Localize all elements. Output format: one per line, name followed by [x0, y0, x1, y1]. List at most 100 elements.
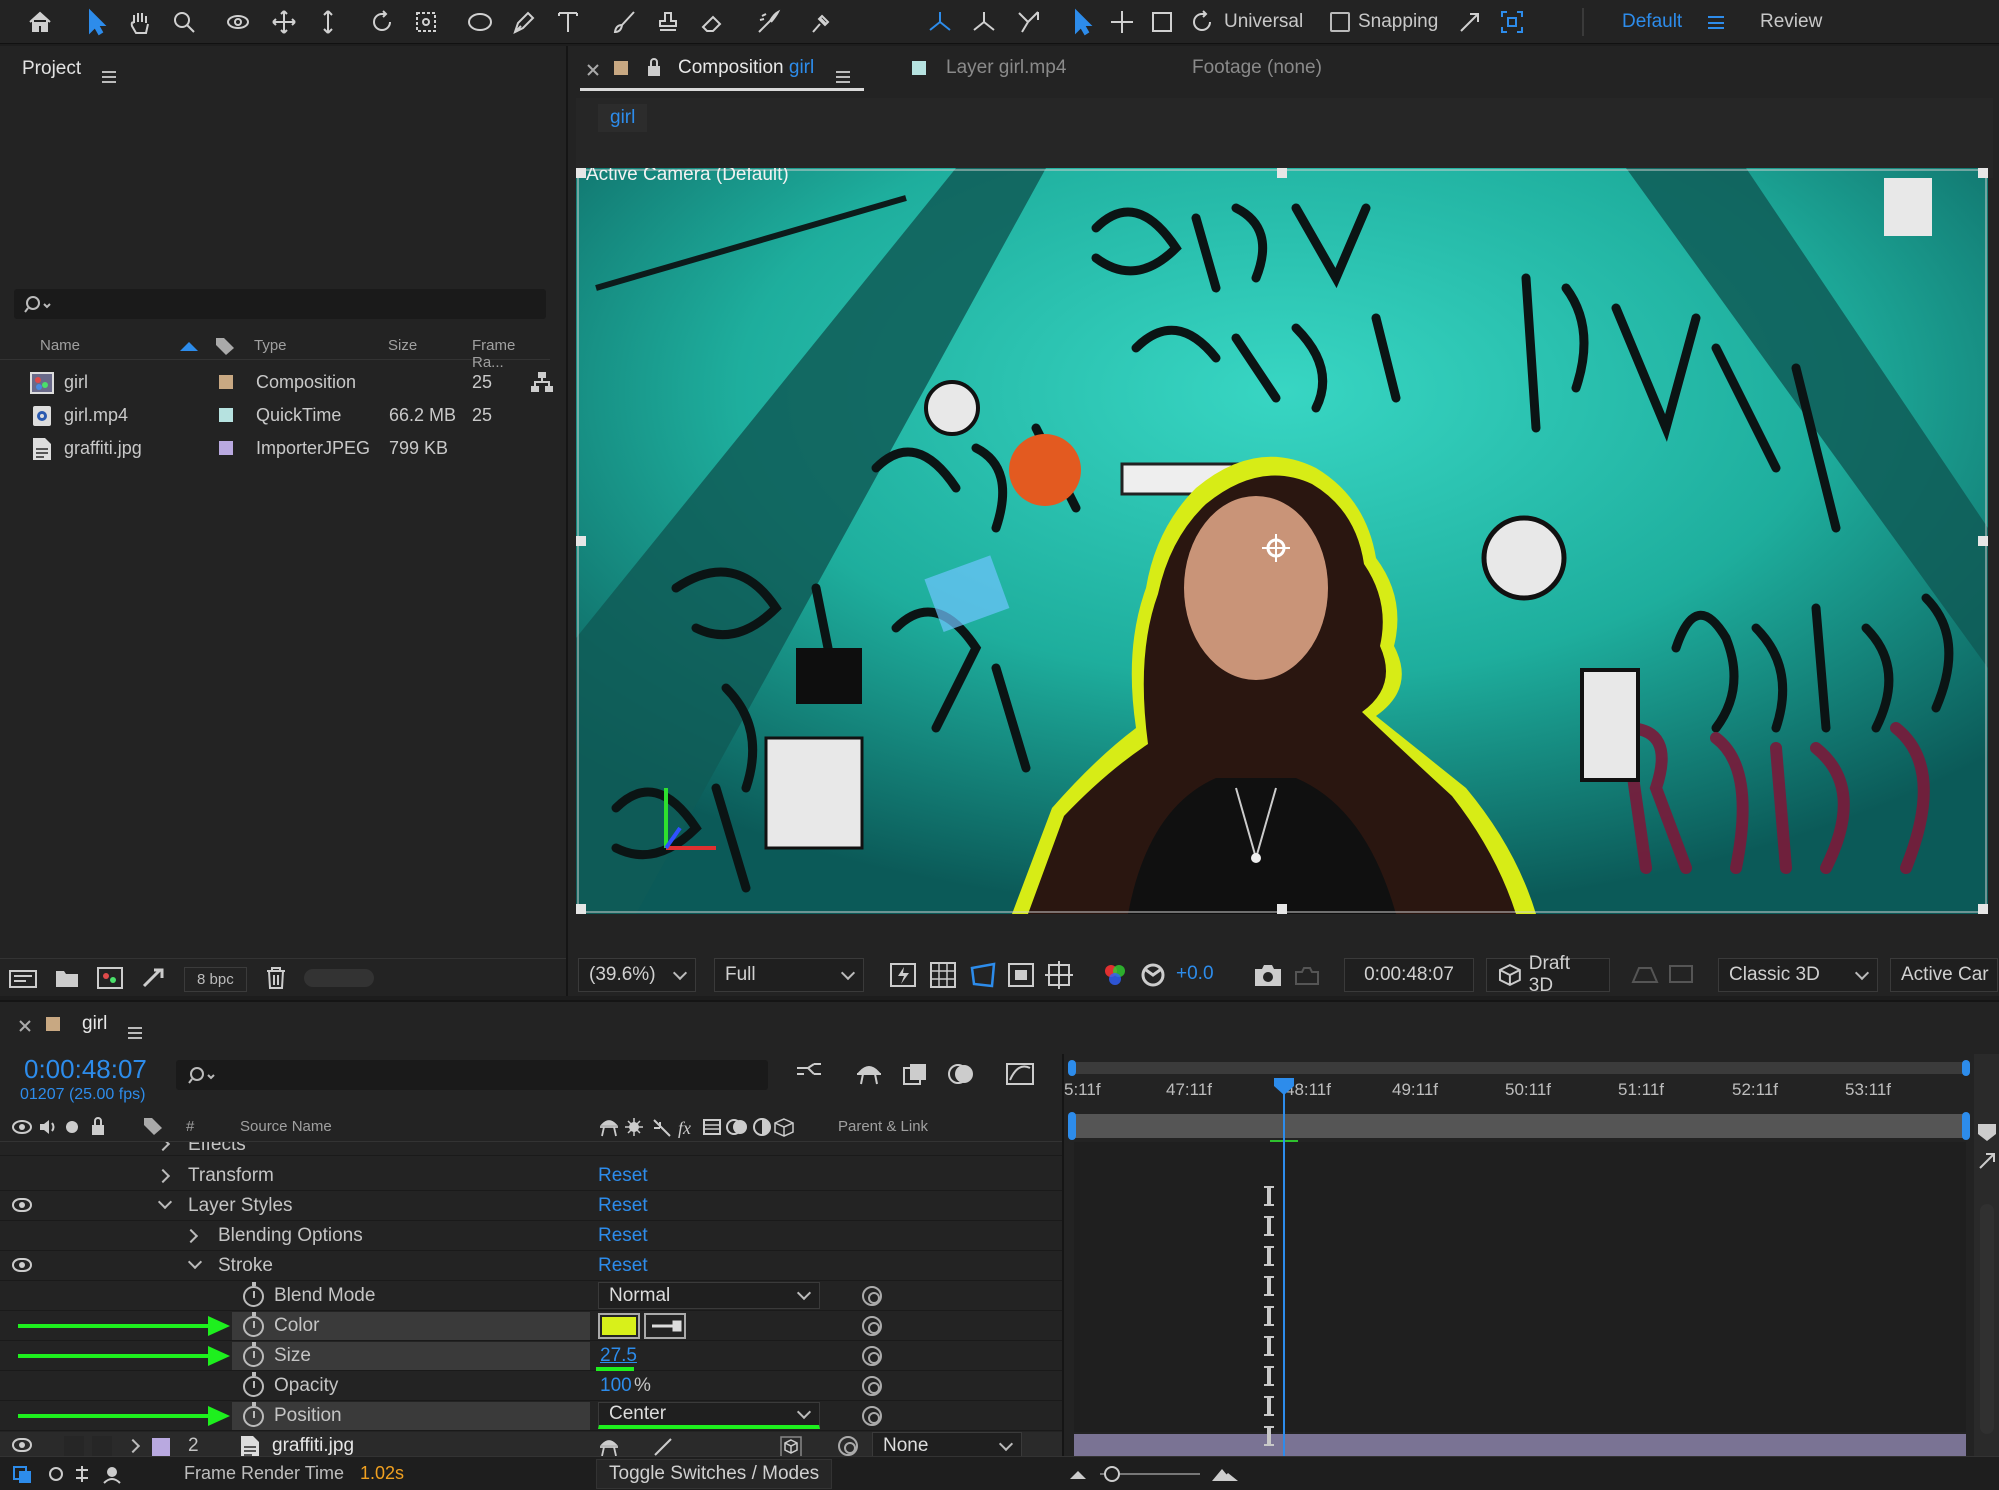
column-name[interactable]: Name — [40, 337, 80, 354]
zoom-out-icon[interactable] — [1068, 1465, 1088, 1483]
comp-marker-bin-icon[interactable] — [1976, 1122, 1998, 1142]
pan-camera-icon[interactable] — [266, 4, 302, 40]
expression-pick-whip-icon[interactable] — [862, 1406, 882, 1426]
eye-icon[interactable] — [12, 1198, 32, 1212]
reset-link[interactable]: Reset — [598, 1195, 648, 1217]
twirl-open-icon[interactable] — [157, 1194, 173, 1210]
duration-start-handle[interactable] — [1068, 1112, 1076, 1140]
layer-name[interactable]: graffiti.jpg — [272, 1435, 354, 1457]
renderer-dropdown[interactable]: Classic 3D — [1718, 958, 1878, 992]
size-row[interactable]: Size 27.5 — [0, 1342, 1062, 1371]
shy-layers-icon[interactable] — [854, 1060, 884, 1088]
keyframe-icon[interactable] — [1264, 1276, 1274, 1296]
column-size[interactable]: Size — [388, 337, 417, 354]
brush-tool-icon[interactable] — [606, 4, 642, 40]
zoom-slider-thumb[interactable] — [1104, 1466, 1120, 1482]
opacity-row[interactable]: Opacity 100 % — [0, 1372, 1062, 1401]
extended-viewer-icon[interactable] — [1666, 960, 1696, 990]
stroke-color-swatch[interactable] — [598, 1313, 640, 1339]
timeline-scrollbar[interactable] — [1980, 1204, 1994, 1434]
project-item-row[interactable]: graffiti.jpg ImporterJPEG 799 KB — [14, 432, 524, 465]
pen-tool-icon[interactable] — [506, 4, 542, 40]
color-management-icon[interactable] — [1138, 960, 1168, 990]
expression-pick-whip-icon[interactable] — [862, 1376, 882, 1396]
blend-mode-dropdown[interactable]: Normal — [598, 1282, 820, 1309]
trash-icon[interactable] — [264, 966, 288, 990]
resolution-dropdown[interactable]: Full — [714, 958, 864, 992]
column-parent-link[interactable]: Parent & Link — [838, 1118, 928, 1135]
zoom-tool-icon[interactable] — [166, 4, 202, 40]
stopwatch-icon[interactable] — [243, 1402, 264, 1427]
comp-breadcrumb-chip[interactable]: girl — [598, 104, 648, 132]
close-tab-icon[interactable] — [18, 1019, 32, 1033]
keyframe-icon[interactable] — [1264, 1216, 1274, 1236]
motion-blur-icon[interactable] — [946, 1060, 976, 1088]
grid-guides-icon[interactable] — [1044, 960, 1074, 990]
world-axis-mode-icon[interactable] — [966, 4, 1002, 40]
3d-layer-switch-icon[interactable] — [780, 1436, 802, 1458]
lock-toggle[interactable] — [92, 1436, 112, 1456]
3d-ground-plane-icon[interactable] — [1630, 960, 1660, 990]
transparency-grid-icon[interactable] — [928, 960, 958, 990]
expression-pick-whip-icon[interactable] — [862, 1286, 882, 1306]
twirl-open-icon[interactable] — [187, 1254, 203, 1270]
expand-snap-icon[interactable] — [1494, 4, 1530, 40]
draft-3d-toggle[interactable]: Draft 3D — [1486, 953, 1610, 996]
hand-tool-icon[interactable] — [122, 4, 158, 40]
eye-icon[interactable] — [12, 1438, 32, 1452]
twirl-closed-icon[interactable] — [183, 1228, 199, 1244]
playhead-icon[interactable] — [1272, 1076, 1296, 1096]
reset-link[interactable]: Reset — [598, 1165, 648, 1187]
expression-pick-whip-icon[interactable] — [862, 1346, 882, 1366]
timeline-footer-icons[interactable] — [12, 1463, 152, 1485]
timeline-nav-icon[interactable] — [1976, 1150, 1998, 1172]
work-area-bar[interactable] — [1068, 1060, 1970, 1076]
work-area-end-handle[interactable] — [1962, 1060, 1970, 1076]
ellipse-tool-icon[interactable] — [462, 4, 498, 40]
twirl-closed-icon[interactable] — [155, 1142, 171, 1152]
panel-menu-icon[interactable] — [102, 70, 116, 83]
anchor-point-tool-icon[interactable] — [408, 4, 444, 40]
type-tool-icon[interactable] — [550, 4, 586, 40]
parent-pick-whip-icon[interactable] — [838, 1436, 858, 1456]
close-tab-icon[interactable] — [586, 63, 600, 77]
keyframe-icon[interactable] — [1264, 1366, 1274, 1386]
eye-icon[interactable] — [12, 1258, 32, 1272]
stroke-row[interactable]: Stroke Reset — [0, 1252, 1062, 1281]
stroke-size-value[interactable]: 27.5 — [600, 1345, 637, 1367]
tab-composition[interactable]: Composition girl — [678, 57, 814, 79]
twirl-closed-icon[interactable] — [125, 1438, 141, 1454]
graph-editor-icon[interactable] — [1004, 1058, 1036, 1088]
time-ruler[interactable]: 5:11f 47:11f 48:11f 49:11f 50:11f 51:11f… — [1064, 1080, 1984, 1108]
work-area-start-handle[interactable] — [1068, 1060, 1076, 1076]
stopwatch-icon[interactable] — [243, 1282, 264, 1307]
frame-blending-icon[interactable] — [900, 1060, 930, 1088]
new-folder-icon[interactable] — [54, 967, 80, 989]
fast-previews-icon[interactable] — [888, 960, 918, 990]
keyframe-icon[interactable] — [1264, 1396, 1274, 1416]
adjust-settings-icon[interactable] — [140, 966, 166, 990]
rotation-tool-icon[interactable] — [364, 4, 400, 40]
puppet-pin-tool-icon[interactable] — [804, 4, 840, 40]
twirl-closed-icon[interactable] — [155, 1168, 171, 1184]
panel-menu-icon[interactable] — [128, 1026, 142, 1039]
keyframe-icon[interactable] — [1264, 1246, 1274, 1266]
column-type[interactable]: Type — [254, 337, 287, 354]
position-row[interactable]: Position Center — [0, 1402, 1062, 1431]
workspace-menu-icon[interactable] — [1708, 16, 1724, 29]
current-time-display[interactable]: 0:00:48:07 — [24, 1054, 147, 1085]
exposure-value[interactable]: +0.0 — [1176, 963, 1214, 985]
universal-label[interactable]: Universal — [1224, 11, 1303, 33]
stopwatch-icon[interactable] — [243, 1372, 264, 1397]
blending-options-row[interactable]: Blending Options Reset — [0, 1222, 1062, 1251]
project-search-input[interactable] — [14, 289, 546, 319]
reset-link[interactable]: Reset — [598, 1225, 648, 1247]
column-source-name[interactable]: Source Name — [240, 1118, 332, 1135]
mask-visibility-icon[interactable] — [968, 960, 998, 990]
3d-scale-icon[interactable] — [1144, 4, 1180, 40]
bit-depth-button[interactable]: 8 bpc — [184, 967, 247, 992]
solo-toggle[interactable] — [64, 1436, 84, 1456]
workspace-review[interactable]: Review — [1760, 11, 1822, 33]
reset-link[interactable]: Reset — [598, 1255, 648, 1277]
snapping-label[interactable]: Snapping — [1358, 11, 1438, 33]
